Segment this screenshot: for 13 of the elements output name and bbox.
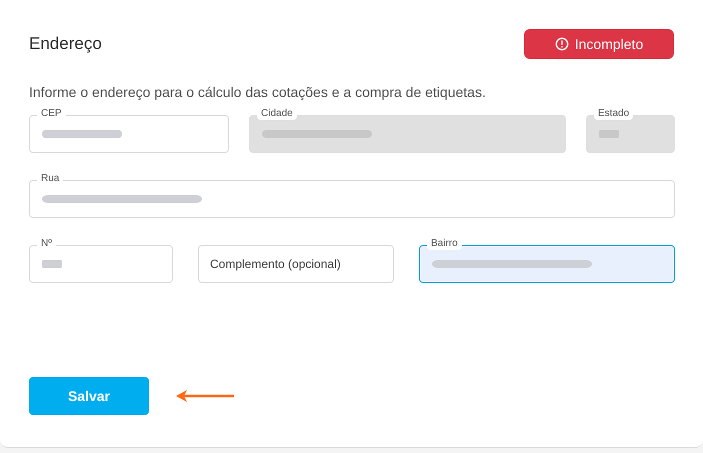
arrow-icon (175, 389, 235, 403)
badge-label: Incompleto (574, 34, 644, 54)
input-field[interactable] (419, 245, 675, 283)
blurred-value-drawing (42, 259, 62, 269)
blurred-value-drawing (599, 129, 619, 139)
alert-icon (554, 37, 569, 51)
field-label: Cidade (257, 107, 297, 120)
description-text: Informe o endereço para o cálculo das cotações e a compra de etiquetas. (29, 83, 487, 102)
complement-input[interactable]: Complemento (opcional) (210, 255, 382, 273)
save-button[interactable]: Salvar (29, 377, 149, 415)
field-label: Bairro (427, 237, 462, 250)
section-title: Endereço (29, 33, 102, 56)
field-label: Estado (594, 107, 634, 120)
